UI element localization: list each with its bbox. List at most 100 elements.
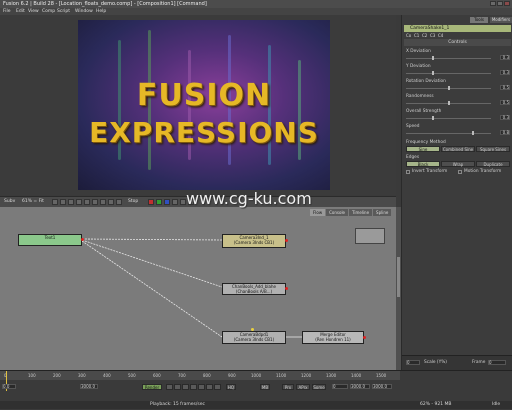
node-output-dot[interactable]: [363, 336, 366, 339]
alpha-icon[interactable]: [172, 199, 178, 205]
param-value[interactable]: 0.3: [500, 115, 510, 120]
subtab-c3[interactable]: C3: [430, 33, 435, 38]
slider-knob[interactable]: [432, 71, 434, 75]
scale-value[interactable]: 0: [406, 360, 420, 365]
param-value[interactable]: 0.3: [500, 55, 510, 60]
step-back-icon[interactable]: [174, 384, 181, 390]
invert-checkbox[interactable]: [406, 170, 410, 174]
pan-icon[interactable]: [92, 199, 98, 205]
section-header[interactable]: Controls: [404, 39, 511, 46]
node-merge[interactable]: Merge Editor (Ren Hondren 11): [302, 331, 364, 344]
viewer-stop-button[interactable]: Stop: [128, 199, 138, 204]
minimize-button[interactable]: [490, 1, 496, 6]
lut-icon[interactable]: [108, 199, 114, 205]
tab-tools[interactable]: Tools: [470, 17, 488, 23]
node-chanbools[interactable]: ChanBools_Add_blahe (ChanBools A/B...): [222, 283, 286, 295]
viewer-scale-dropdown[interactable]: 61% = Fit: [22, 199, 44, 204]
hq-button[interactable]: HQ: [226, 384, 236, 390]
param-value[interactable]: 0.8: [500, 130, 510, 135]
checker-icon[interactable]: [60, 199, 66, 205]
range-end-field[interactable]: 3000.0: [80, 384, 98, 389]
go-end-icon[interactable]: [206, 384, 213, 390]
node-output-dot[interactable]: [81, 238, 84, 241]
menu-help[interactable]: Help: [96, 9, 106, 14]
range-start-field[interactable]: 0.0: [2, 384, 16, 389]
param-slider[interactable]: [406, 118, 491, 119]
menu-script[interactable]: Script: [57, 9, 70, 14]
node-output-dot[interactable]: [285, 287, 288, 290]
tab-flow[interactable]: Flow: [310, 209, 326, 216]
param-value[interactable]: 0.3: [500, 70, 510, 75]
edges-wrap-button[interactable]: Wrap: [441, 161, 475, 167]
param-slider[interactable]: [406, 73, 491, 74]
node-text1-label: Text1: [44, 235, 56, 240]
loop-icon[interactable]: [214, 384, 221, 390]
scrollbar-thumb[interactable]: [397, 257, 400, 297]
close-button[interactable]: [504, 1, 510, 6]
freq-combined-button[interactable]: Combined Sine: [441, 146, 475, 152]
slider-knob[interactable]: [432, 116, 434, 120]
slider-knob[interactable]: [432, 56, 434, 60]
pen-icon[interactable]: [76, 199, 82, 205]
channel-icon[interactable]: [116, 199, 122, 205]
tool-header[interactable]: CameraShake1_1: [404, 25, 511, 32]
param-slider[interactable]: [406, 58, 491, 59]
zoom-icon[interactable]: [84, 199, 90, 205]
subtab-c4[interactable]: C4: [438, 33, 443, 38]
play-reverse-icon[interactable]: [182, 384, 189, 390]
step-forward-icon[interactable]: [198, 384, 205, 390]
param-slider[interactable]: [406, 133, 491, 134]
node-input-dot[interactable]: [251, 328, 254, 331]
node-camera2[interactable]: CameraBdpd1 (Camera 3Inds CB1): [222, 331, 286, 344]
subtab-c2[interactable]: C2: [422, 33, 427, 38]
maximize-button[interactable]: [497, 1, 503, 6]
ruler-tick: 400: [103, 373, 111, 378]
flow-navigator[interactable]: [355, 228, 385, 244]
mb-button[interactable]: MB: [260, 384, 270, 390]
node-output-dot[interactable]: [285, 239, 288, 242]
tab-console[interactable]: Console: [326, 209, 349, 216]
color-red-icon[interactable]: [148, 199, 154, 205]
edges-duplicate-button[interactable]: Duplicate: [476, 161, 510, 167]
slider-knob[interactable]: [472, 131, 474, 135]
subtab-co[interactable]: Co: [406, 33, 411, 38]
render-button[interactable]: Render: [142, 384, 162, 390]
aprx-button[interactable]: APrx: [296, 384, 310, 390]
menu-window[interactable]: Window: [75, 9, 93, 14]
viewer-zoom-label[interactable]: Subv: [4, 199, 15, 204]
render-end-field[interactable]: 3000.0: [350, 384, 370, 389]
node-text1[interactable]: Text1: [18, 234, 82, 246]
motion-checkbox[interactable]: [458, 170, 462, 174]
prx-button[interactable]: Prx: [282, 384, 294, 390]
node-camera[interactable]: Camera3Ind_1 (Camera 3Inds CB1): [222, 234, 286, 248]
frame-label: Frame: [472, 360, 486, 365]
color-blue-icon[interactable]: [164, 199, 170, 205]
edges-black-button[interactable]: Black: [406, 161, 440, 167]
menu-view[interactable]: View: [28, 9, 39, 14]
flow-view[interactable]: Text1 Camera3Ind_1 (Camera 3Inds CB1) Ch…: [0, 189, 396, 370]
tab-spline[interactable]: Spline: [373, 209, 392, 216]
freq-square-button[interactable]: Square Sines: [476, 146, 510, 152]
frame-value[interactable]: 0: [488, 360, 506, 365]
menu-comp[interactable]: Comp: [42, 9, 55, 14]
current-frame-field[interactable]: 0: [332, 384, 348, 389]
slider-knob[interactable]: [448, 86, 450, 90]
tab-timeline[interactable]: Timeline: [349, 209, 373, 216]
global-end-field[interactable]: 3000.0: [372, 384, 392, 389]
menu-edit[interactable]: Edit: [16, 9, 25, 14]
grid-icon[interactable]: [52, 199, 58, 205]
play-icon[interactable]: [190, 384, 197, 390]
param-value[interactable]: 0.5: [500, 85, 510, 90]
param-value[interactable]: 0.5: [500, 100, 510, 105]
go-start-icon[interactable]: [166, 384, 173, 390]
viewer-area[interactable]: FUSION EXPRESSIONS: [0, 15, 396, 195]
freq-sine-button[interactable]: Sine: [406, 146, 440, 152]
roi-icon[interactable]: [68, 199, 74, 205]
guides-icon[interactable]: [100, 199, 106, 205]
subtab-c1[interactable]: C1: [414, 33, 419, 38]
color-green-icon[interactable]: [156, 199, 162, 205]
some-button[interactable]: Some: [312, 384, 326, 390]
menu-file[interactable]: File: [3, 9, 11, 14]
slider-knob[interactable]: [448, 101, 450, 105]
tab-modifiers[interactable]: Modifiers: [490, 17, 512, 23]
